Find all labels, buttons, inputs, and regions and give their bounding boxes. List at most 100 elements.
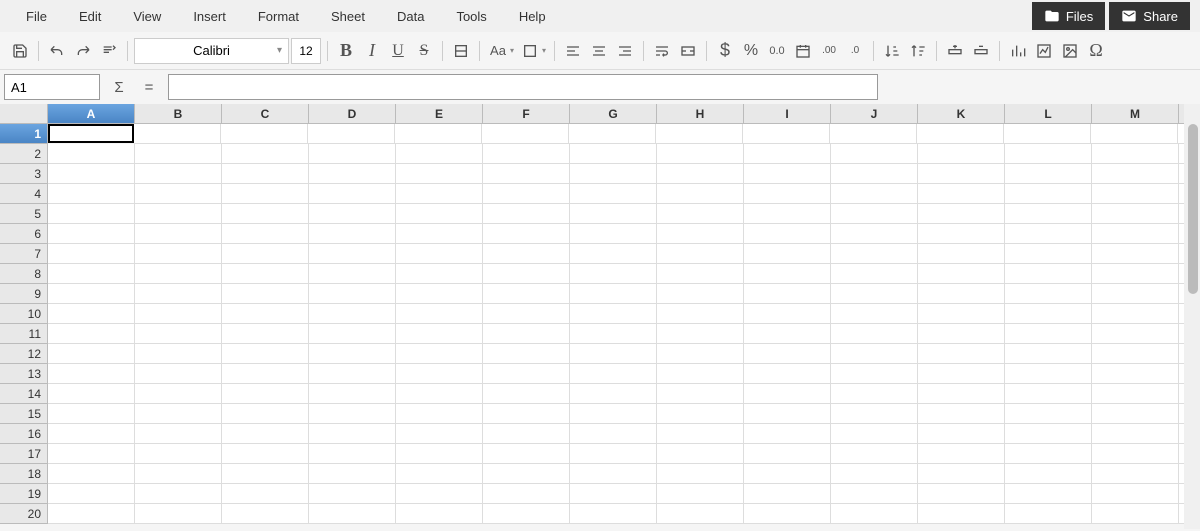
cell-A10[interactable] [48, 304, 135, 324]
cell-F9[interactable] [483, 284, 570, 304]
font-size-input[interactable]: 12 [291, 38, 321, 64]
cell-D18[interactable] [309, 464, 396, 484]
row-header-8[interactable]: 8 [0, 264, 48, 284]
cell-K16[interactable] [918, 424, 1005, 444]
cell-D9[interactable] [309, 284, 396, 304]
cell-C11[interactable] [222, 324, 309, 344]
cell-E16[interactable] [396, 424, 483, 444]
cell-D11[interactable] [309, 324, 396, 344]
cell-J5[interactable] [831, 204, 918, 224]
font-case-button[interactable]: Aa [486, 39, 510, 63]
cell-F11[interactable] [483, 324, 570, 344]
align-right-button[interactable] [613, 39, 637, 63]
function-wizard-button[interactable]: Σ [108, 76, 130, 98]
cell-L10[interactable] [1005, 304, 1092, 324]
cell-B14[interactable] [135, 384, 222, 404]
cell-E5[interactable] [396, 204, 483, 224]
cell-G6[interactable] [570, 224, 657, 244]
border-button[interactable] [518, 39, 542, 63]
cell-B6[interactable] [135, 224, 222, 244]
cell-H13[interactable] [657, 364, 744, 384]
cell-C7[interactable] [222, 244, 309, 264]
cell-D12[interactable] [309, 344, 396, 364]
special-char-button[interactable]: Ω [1084, 39, 1108, 63]
cell-L16[interactable] [1005, 424, 1092, 444]
cell-A1[interactable] [48, 124, 134, 143]
cell-A12[interactable] [48, 344, 135, 364]
cell-B10[interactable] [135, 304, 222, 324]
cell-B11[interactable] [135, 324, 222, 344]
cell-A6[interactable] [48, 224, 135, 244]
cell-C18[interactable] [222, 464, 309, 484]
cells-area[interactable] [48, 124, 1200, 524]
cell-M14[interactable] [1092, 384, 1179, 404]
cell-J11[interactable] [831, 324, 918, 344]
cell-B3[interactable] [135, 164, 222, 184]
cell-I20[interactable] [744, 504, 831, 524]
cell-A8[interactable] [48, 264, 135, 284]
cell-J3[interactable] [831, 164, 918, 184]
cell-F6[interactable] [483, 224, 570, 244]
undo-button[interactable] [45, 39, 69, 63]
cell-B8[interactable] [135, 264, 222, 284]
cell-E2[interactable] [396, 144, 483, 164]
insert-row-button[interactable] [943, 39, 967, 63]
cell-H16[interactable] [657, 424, 744, 444]
cell-F3[interactable] [483, 164, 570, 184]
cell-L9[interactable] [1005, 284, 1092, 304]
cell-D2[interactable] [309, 144, 396, 164]
cell-F2[interactable] [483, 144, 570, 164]
cell-E6[interactable] [396, 224, 483, 244]
cell-G1[interactable] [569, 124, 656, 144]
cell-H17[interactable] [657, 444, 744, 464]
column-header-A[interactable]: A [48, 104, 135, 124]
cell-D19[interactable] [309, 484, 396, 504]
cell-B1[interactable] [134, 124, 221, 144]
column-header-G[interactable]: G [570, 104, 657, 124]
cell-E13[interactable] [396, 364, 483, 384]
cell-E3[interactable] [396, 164, 483, 184]
cell-D5[interactable] [309, 204, 396, 224]
cell-G4[interactable] [570, 184, 657, 204]
cell-G14[interactable] [570, 384, 657, 404]
cell-E15[interactable] [396, 404, 483, 424]
cell-A14[interactable] [48, 384, 135, 404]
menu-sheet[interactable]: Sheet [315, 5, 381, 28]
cell-K7[interactable] [918, 244, 1005, 264]
menu-data[interactable]: Data [381, 5, 440, 28]
cell-G12[interactable] [570, 344, 657, 364]
cell-J13[interactable] [831, 364, 918, 384]
row-header-7[interactable]: 7 [0, 244, 48, 264]
cell-B15[interactable] [135, 404, 222, 424]
cell-M1[interactable] [1091, 124, 1178, 144]
cell-I19[interactable] [744, 484, 831, 504]
cell-K17[interactable] [918, 444, 1005, 464]
cell-A20[interactable] [48, 504, 135, 524]
cell-B9[interactable] [135, 284, 222, 304]
cell-M3[interactable] [1092, 164, 1179, 184]
bold-button[interactable]: B [334, 39, 358, 63]
select-all-corner[interactable] [0, 104, 48, 124]
cell-H12[interactable] [657, 344, 744, 364]
cell-J6[interactable] [831, 224, 918, 244]
cell-K11[interactable] [918, 324, 1005, 344]
row-header-9[interactable]: 9 [0, 284, 48, 304]
cell-J15[interactable] [831, 404, 918, 424]
row-header-4[interactable]: 4 [0, 184, 48, 204]
cell-K3[interactable] [918, 164, 1005, 184]
cell-K18[interactable] [918, 464, 1005, 484]
cell-J1[interactable] [830, 124, 917, 144]
cell-G2[interactable] [570, 144, 657, 164]
insert-chart-button[interactable] [1006, 39, 1030, 63]
cell-B5[interactable] [135, 204, 222, 224]
column-header-K[interactable]: K [918, 104, 1005, 124]
cell-K1[interactable] [917, 124, 1004, 144]
cell-G13[interactable] [570, 364, 657, 384]
cell-E12[interactable] [396, 344, 483, 364]
cell-C13[interactable] [222, 364, 309, 384]
cell-I13[interactable] [744, 364, 831, 384]
redo-button[interactable] [71, 39, 95, 63]
cell-A11[interactable] [48, 324, 135, 344]
cell-C16[interactable] [222, 424, 309, 444]
cell-H11[interactable] [657, 324, 744, 344]
